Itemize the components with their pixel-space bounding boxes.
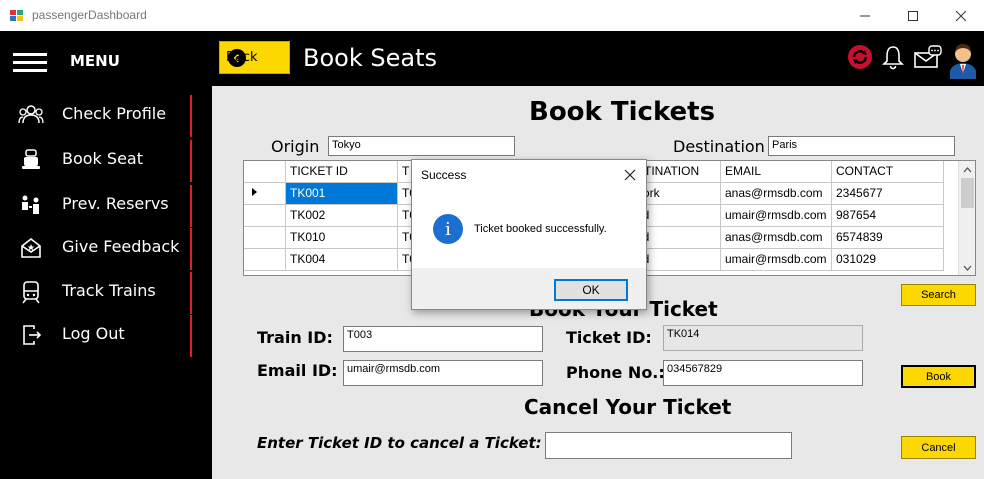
dialog-titlebar: Success <box>412 160 646 190</box>
maximize-icon <box>908 10 918 21</box>
info-icon: i <box>433 214 463 244</box>
dialog-body: i Ticket booked successfully. <box>412 190 646 268</box>
origin-label: Origin <box>271 137 320 156</box>
grid-cell[interactable]: anas@rmsdb.com <box>720 182 832 205</box>
email-id-label: Email ID: <box>257 361 338 380</box>
phone-label: Phone No.: <box>566 363 665 382</box>
users-icon <box>18 105 44 124</box>
sidebar-item-log-out[interactable]: Log Out <box>0 315 212 357</box>
cancel-ticket-id-input[interactable] <box>545 432 792 459</box>
close-button[interactable] <box>938 0 984 31</box>
divider <box>190 95 192 137</box>
grid-cell[interactable]: 6574839 <box>831 226 944 249</box>
grid-cell[interactable]: TK004 <box>285 248 398 271</box>
grid-cell[interactable]: TK010 <box>285 226 398 249</box>
divider <box>190 228 192 270</box>
sidebar-item-label: Log Out <box>62 324 125 343</box>
sidebar-item-check-profile[interactable]: Check Profile <box>0 95 212 137</box>
divider <box>190 315 192 357</box>
close-icon <box>955 10 967 21</box>
row-selector[interactable] <box>244 204 286 227</box>
scroll-up-icon[interactable] <box>959 163 976 177</box>
feedback-icon <box>21 237 41 258</box>
sidebar-item-book-seat[interactable]: Book Seat <box>0 140 212 182</box>
bell-icon[interactable] <box>881 44 905 70</box>
divider <box>190 140 192 182</box>
grid-cell[interactable]: TK001 <box>285 182 398 205</box>
divider <box>190 272 192 314</box>
passengers-icon <box>22 195 39 214</box>
ok-button[interactable]: OK <box>554 279 628 301</box>
sidebar-item-prev-reservs[interactable]: Prev. Reservs <box>0 185 212 227</box>
row-selector[interactable] <box>244 248 286 271</box>
minimize-icon <box>860 15 870 16</box>
window-titlebar: passengerDashboard <box>0 0 984 31</box>
cancel-button[interactable]: Cancel <box>901 436 976 459</box>
back-button[interactable]: Back <box>219 41 290 74</box>
column-header[interactable]: CONTACT <box>831 161 944 183</box>
origin-input[interactable]: Tokyo <box>328 136 515 156</box>
train-id-label: Train ID: <box>257 328 333 347</box>
sidebar-item-track-trains[interactable]: Track Trains <box>0 272 212 314</box>
messages-icon[interactable] <box>913 44 943 70</box>
dialog-title: Success <box>421 168 467 182</box>
current-row-arrow-icon <box>252 187 257 196</box>
maximize-button[interactable] <box>890 0 936 31</box>
sidebar-item-label: Give Feedback <box>62 237 180 256</box>
scroll-thumb[interactable] <box>961 178 974 208</box>
grid-cell[interactable]: TK002 <box>285 204 398 227</box>
back-button-label: Back <box>226 50 258 65</box>
search-button[interactable]: Search <box>901 284 976 306</box>
book-button[interactable]: Book <box>901 365 976 388</box>
top-header <box>0 31 984 86</box>
ticket-id-input[interactable]: TK014 <box>663 325 863 351</box>
seat-icon <box>22 149 40 169</box>
email-id-input[interactable]: umair@rmsdb.com <box>343 360 543 386</box>
train-icon <box>22 281 40 304</box>
destination-input[interactable]: Paris <box>768 136 955 156</box>
sidebar-item-label: Book Seat <box>62 149 143 168</box>
divider <box>190 185 192 227</box>
row-selector[interactable] <box>244 226 286 249</box>
logout-icon <box>23 325 42 345</box>
window-title: passengerDashboard <box>32 8 147 22</box>
grid-corner <box>244 161 286 183</box>
sidebar-item-label: Check Profile <box>62 104 167 123</box>
column-header[interactable]: TICKET ID <box>285 161 398 183</box>
grid-cell[interactable]: 2345677 <box>831 182 944 205</box>
page-title: Book Seats <box>303 44 437 72</box>
hamburger-menu-icon[interactable] <box>13 53 47 72</box>
book-tickets-heading: Book Tickets <box>529 97 716 127</box>
grid-cell[interactable]: 031029 <box>831 248 944 271</box>
user-avatar-icon[interactable] <box>947 39 979 79</box>
ticket-id-label: Ticket ID: <box>566 328 652 347</box>
sidebar-item-label: Track Trains <box>62 281 156 300</box>
sidebar-item-give-feedback[interactable]: Give Feedback <box>0 228 212 270</box>
menu-label: MENU <box>70 52 120 70</box>
phone-input[interactable]: 034567829 <box>663 360 863 386</box>
train-id-input[interactable]: T003 <box>343 326 543 352</box>
refresh-icon[interactable] <box>846 43 874 71</box>
cancel-your-ticket-heading: Cancel Your Ticket <box>524 395 732 419</box>
grid-scrollbar[interactable] <box>958 161 976 275</box>
sidebar-item-label: Prev. Reservs <box>62 194 169 213</box>
grid-cell[interactable]: 987654 <box>831 204 944 227</box>
grid-cell[interactable]: anas@rmsdb.com <box>720 226 832 249</box>
dialog-close-icon[interactable] <box>620 165 640 185</box>
column-header[interactable]: EMAIL <box>720 161 832 183</box>
grid-cell[interactable]: umair@rmsdb.com <box>720 204 832 227</box>
row-selector[interactable] <box>244 182 286 205</box>
minimize-button[interactable] <box>842 0 888 31</box>
grid-cell[interactable]: umair@rmsdb.com <box>720 248 832 271</box>
app-icon <box>10 10 23 21</box>
scroll-down-icon[interactable] <box>959 261 976 275</box>
destination-label: Destination <box>673 137 765 156</box>
dialog-message: Ticket booked successfully. <box>474 223 607 235</box>
success-dialog: Success i Ticket booked successfully. OK <box>411 159 647 310</box>
cancel-ticket-prompt: Enter Ticket ID to cancel a Ticket: <box>257 434 542 452</box>
